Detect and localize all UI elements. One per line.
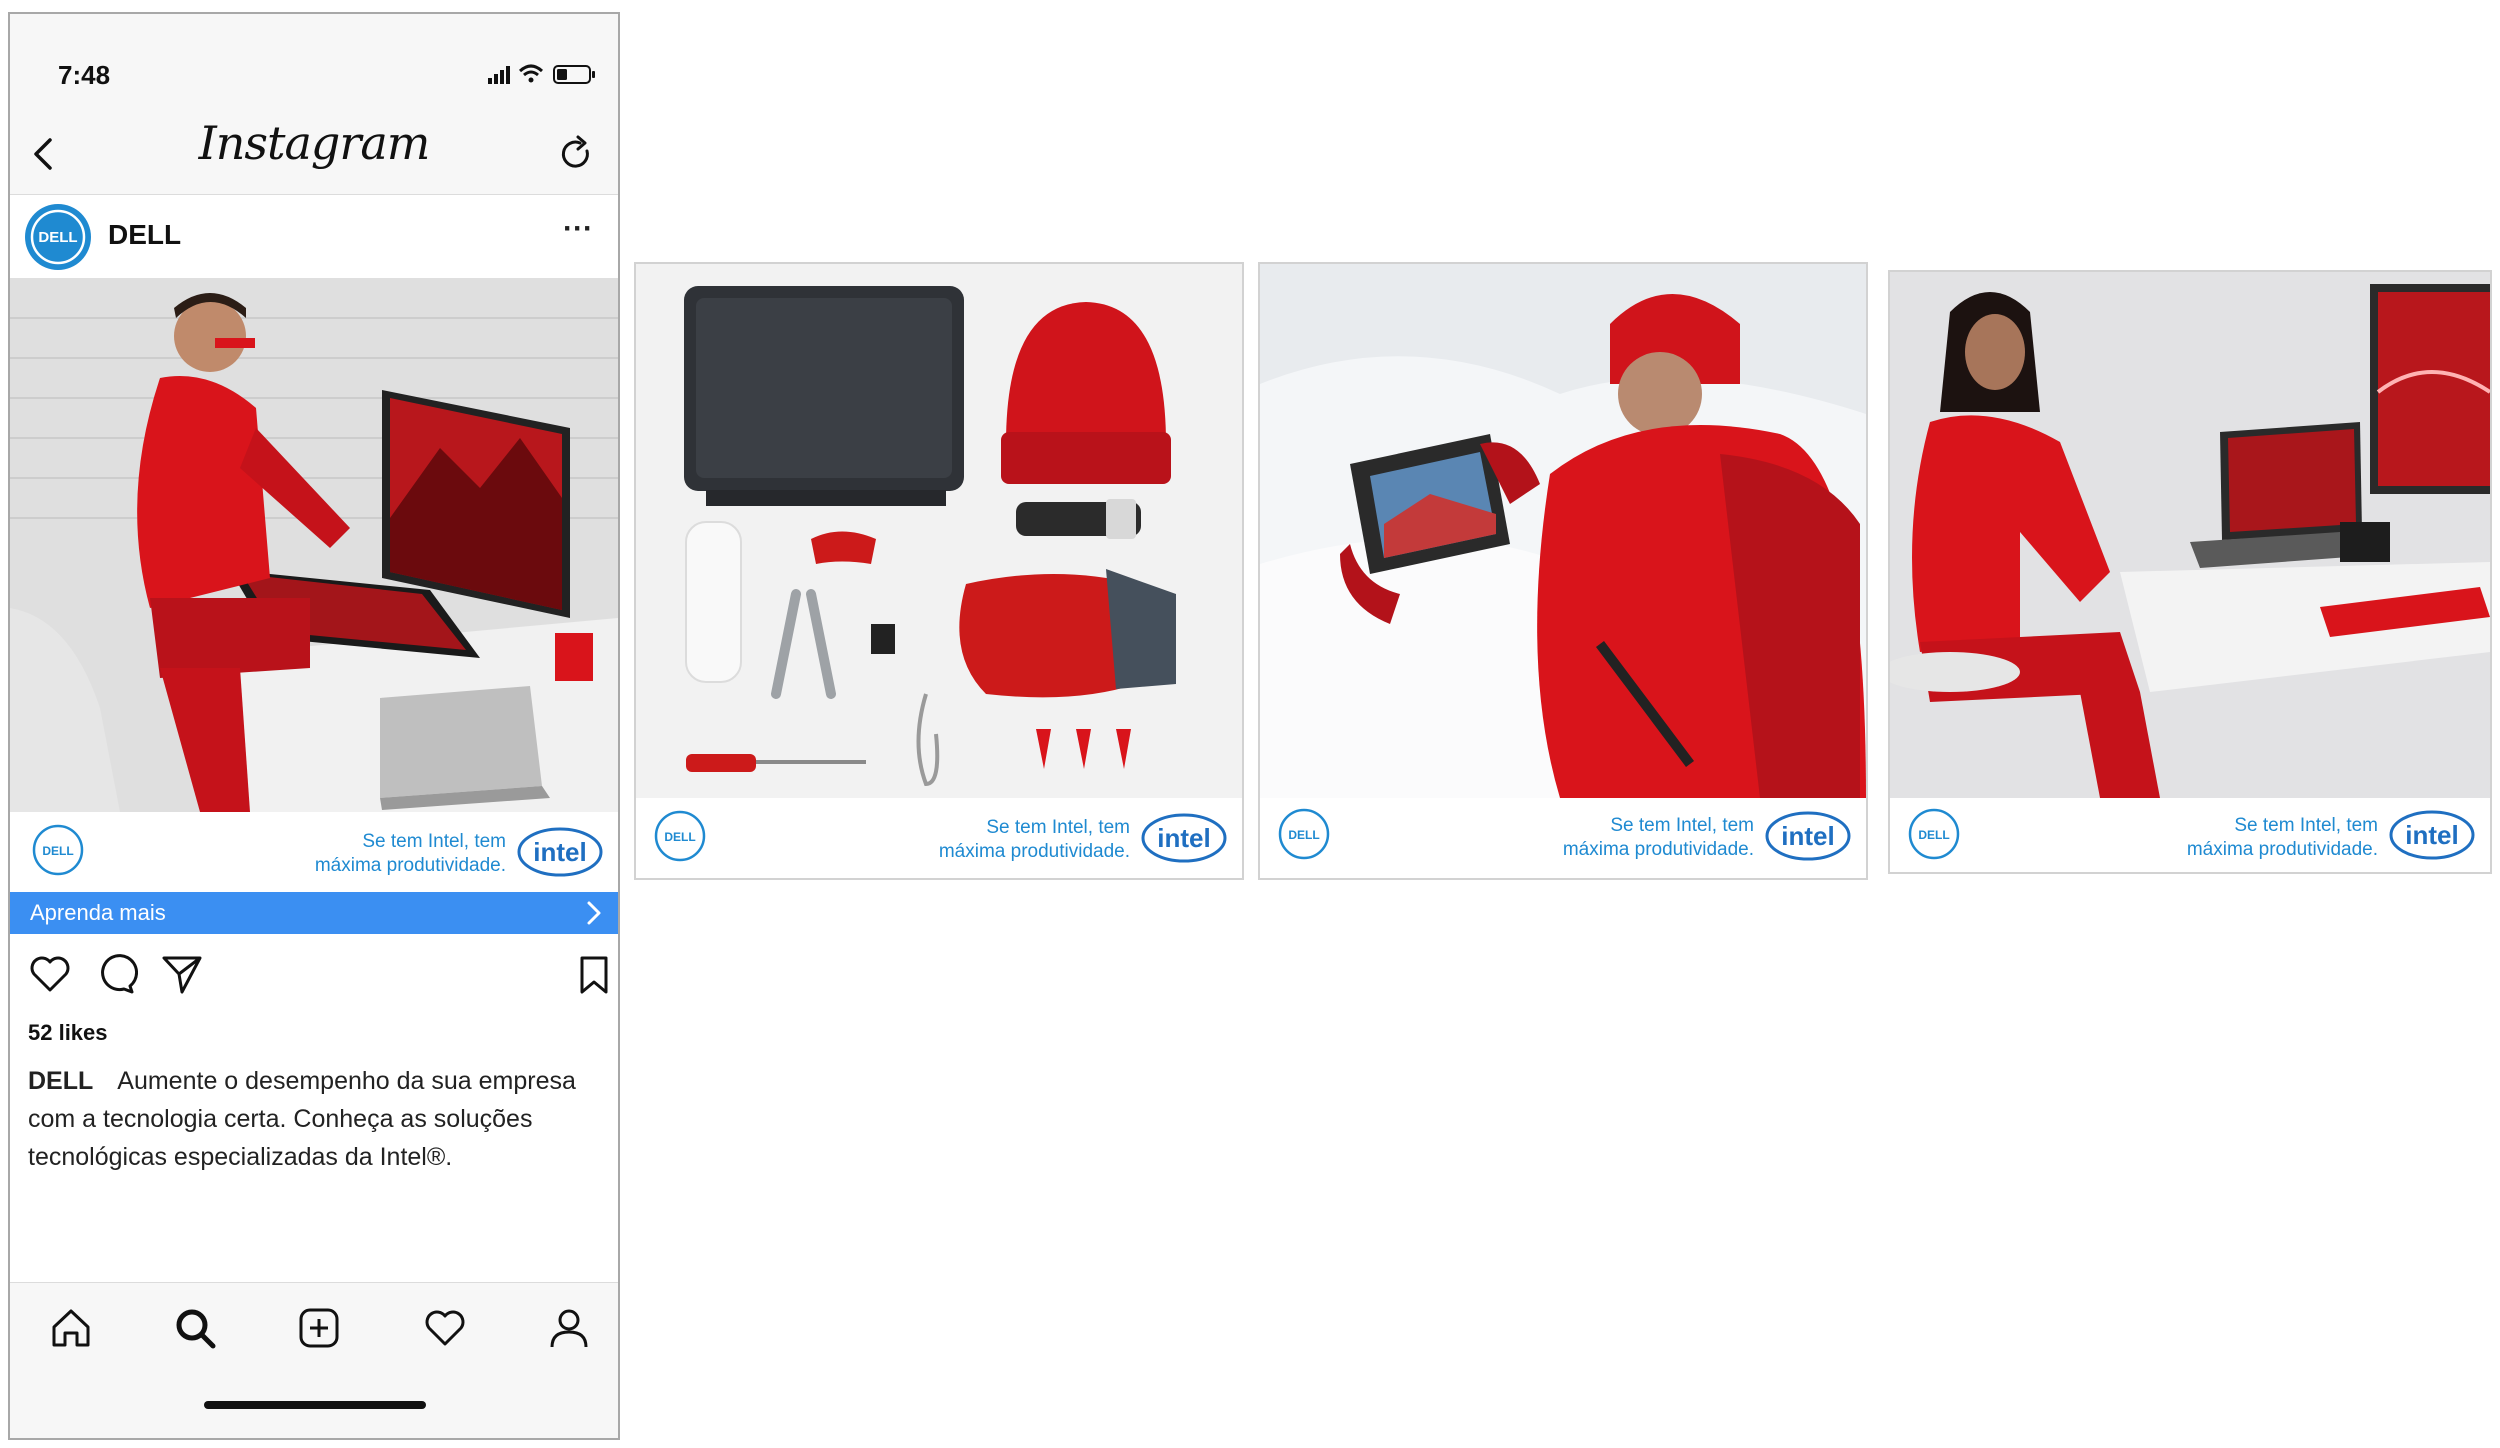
home-indicator	[204, 1401, 426, 1409]
ad-tagline-line2: máxima produtividade.	[938, 841, 1130, 862]
card-footer: DELL Se tem Intel, tem máxima produtivid…	[1890, 798, 2490, 872]
svg-text:DELL: DELL	[1918, 828, 1949, 842]
rugged-laptop	[684, 286, 964, 506]
status-bar: 7:48	[10, 14, 618, 114]
card-image	[1260, 264, 1866, 798]
bookmark-icon[interactable]	[572, 952, 616, 996]
svg-text:intel: intel	[2405, 820, 2458, 850]
svg-text:DELL: DELL	[664, 830, 695, 844]
post-username[interactable]: DELL	[108, 219, 181, 251]
card-image	[636, 264, 1242, 798]
intel-logo: intel	[1141, 813, 1227, 863]
office-illustration	[1890, 272, 2490, 798]
comment-icon[interactable]	[94, 952, 138, 996]
caption-text: Aumente o desempenho da sua empresa com …	[28, 1067, 576, 1171]
post-header: DELL DELL ···	[10, 195, 618, 277]
ad-tagline-line2: máxima produtividade.	[1562, 839, 1754, 860]
dell-logo: DELL	[32, 824, 84, 876]
back-arrow-icon[interactable]	[24, 130, 68, 178]
card-image	[1890, 272, 2490, 798]
intel-logo: intel	[2389, 810, 2475, 860]
svg-text:intel: intel	[1781, 821, 1834, 851]
ad-tagline-line1: Se tem Intel, tem	[986, 817, 1130, 838]
caption-username[interactable]: DELL	[28, 1067, 93, 1095]
ad-tagline: Se tem Intel, tem máxima produtividade.	[1563, 814, 1754, 862]
card-footer: DELL Se tem Intel, tem máxima produtivid…	[636, 798, 1242, 878]
ad-footer: DELL Se tem Intel, tem máxima produtivid…	[10, 812, 618, 892]
ad-card-flatlay[interactable]: DELL Se tem Intel, tem máxima produtivid…	[634, 262, 1244, 880]
likes-count[interactable]: 52 likes	[28, 1020, 108, 1046]
svg-text:intel: intel	[1157, 823, 1210, 853]
card-footer: DELL Se tem Intel, tem máxima produtivid…	[1260, 798, 1866, 878]
bottom-tab-bar	[10, 1282, 618, 1438]
flatlay-illustration	[636, 264, 1242, 798]
dell-avatar[interactable]: DELL	[24, 203, 92, 271]
ad-tagline-line1: Se tem Intel, tem	[2234, 815, 2378, 836]
ad-tagline: Se tem Intel, tem máxima produtividade.	[939, 816, 1130, 864]
ad-card-snow-tablet[interactable]: DELL Se tem Intel, tem máxima produtivid…	[1258, 262, 1868, 880]
refresh-icon[interactable]	[554, 130, 598, 178]
ad-tagline-line1: Se tem Intel, tem	[1610, 815, 1754, 836]
profile-icon[interactable]	[546, 1305, 592, 1351]
ad-card-office[interactable]: DELL Se tem Intel, tem máxima produtivid…	[1888, 270, 2492, 874]
post-image[interactable]	[10, 278, 618, 812]
svg-text:DELL: DELL	[42, 844, 73, 858]
dell-logo: DELL	[654, 810, 706, 862]
intel-logo: intel	[517, 827, 603, 877]
activity-heart-icon[interactable]	[422, 1305, 468, 1351]
svg-text:intel: intel	[533, 837, 586, 867]
add-post-icon[interactable]	[296, 1305, 342, 1351]
search-icon[interactable]	[172, 1305, 218, 1351]
dell-logo: DELL	[1908, 808, 1960, 860]
intel-logo: intel	[1765, 811, 1851, 861]
svg-text:DELL: DELL	[1288, 828, 1319, 842]
post-photo-illustration	[10, 278, 618, 812]
status-icons	[488, 64, 595, 84]
studio-monitor	[382, 390, 570, 618]
status-time: 7:48	[58, 60, 111, 90]
instagram-phone-mockup: 7:48 Instagram DELL DELL ··· DELL Se tem…	[8, 12, 620, 1440]
signal-icon	[488, 66, 510, 84]
more-options-button[interactable]: ···	[558, 214, 598, 247]
post-actions	[10, 944, 618, 1014]
post-caption: DELL Aumente o desempenho da sua empresa …	[28, 1062, 588, 1176]
chevron-right-icon	[587, 901, 601, 925]
heart-icon[interactable]	[28, 952, 72, 996]
ad-tagline-line1: Se tem Intel, tem	[362, 831, 506, 852]
instagram-logo-title: Instagram	[198, 116, 431, 170]
dell-logo: DELL	[1278, 808, 1330, 860]
wifi-icon	[518, 64, 544, 83]
learn-more-cta[interactable]: Aprenda mais	[10, 892, 618, 934]
battery-icon	[553, 65, 595, 84]
ad-tagline: Se tem Intel, tem máxima produtividade.	[315, 830, 506, 878]
share-icon[interactable]	[160, 952, 204, 996]
ad-tagline-line2: máxima produtividade.	[2186, 839, 2378, 860]
red-glove	[959, 569, 1176, 698]
desktop-monitor	[2370, 284, 2490, 494]
home-icon[interactable]	[48, 1305, 94, 1351]
snow-tablet-illustration	[1260, 264, 1866, 798]
ad-tagline: Se tem Intel, tem máxima produtividade.	[2187, 814, 2378, 862]
instagram-nav-bar: Instagram	[10, 114, 618, 195]
cta-label: Aprenda mais	[30, 900, 166, 925]
ad-tagline-line2: máxima produtividade.	[314, 855, 506, 876]
dell-logo-text: DELL	[38, 229, 77, 246]
